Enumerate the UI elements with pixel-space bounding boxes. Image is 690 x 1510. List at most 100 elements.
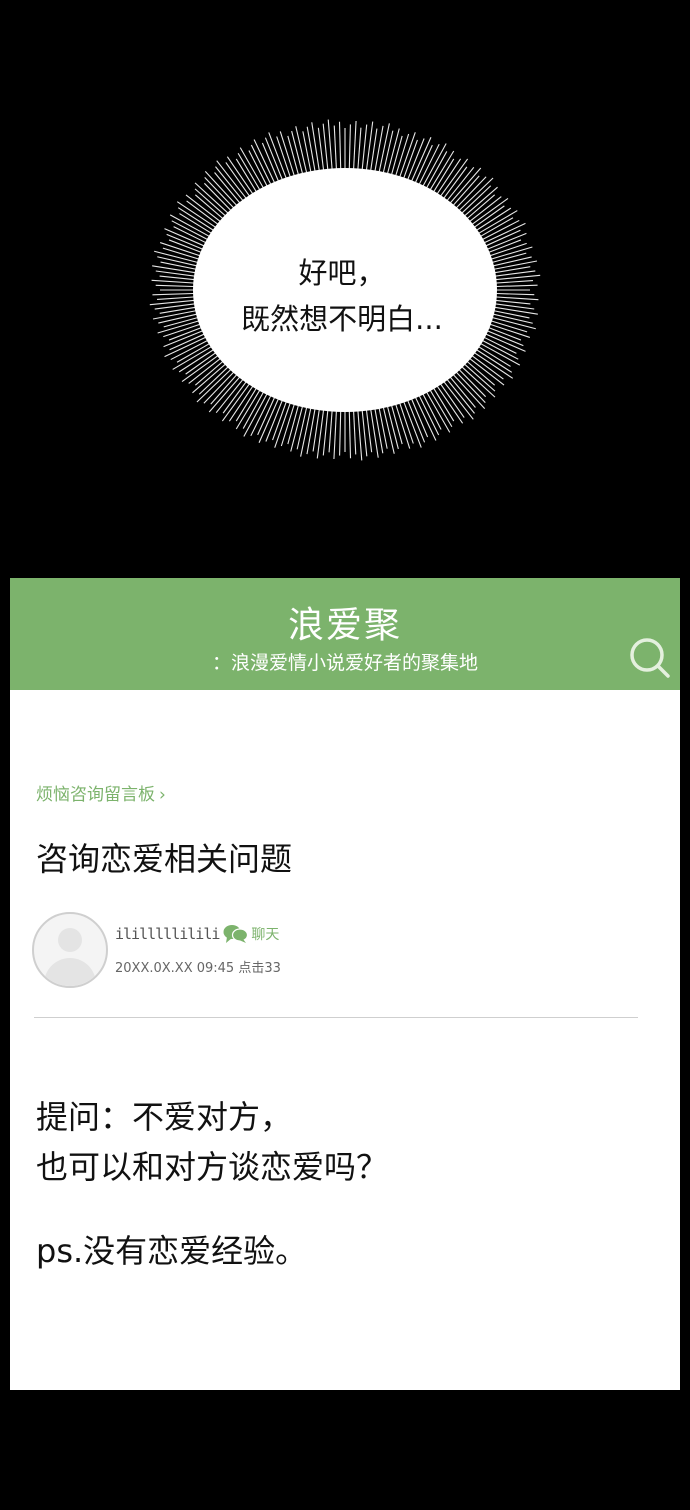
chat-label: 聊天 [251, 927, 280, 943]
burst-ray [166, 233, 206, 251]
burst-ray [361, 407, 368, 457]
burst-ray [186, 200, 221, 227]
burst-ray [210, 371, 240, 405]
burst-ray [466, 196, 502, 224]
avatar-body-shape [44, 958, 96, 986]
burst-ray [461, 361, 496, 392]
burst-ray [377, 404, 388, 449]
burst-ray [327, 119, 333, 173]
burst-ray [352, 120, 357, 173]
burst-ray [453, 369, 486, 403]
burst-ray [438, 381, 465, 418]
burst-ray [177, 207, 217, 233]
burst-ray [317, 127, 325, 174]
burst-ray [357, 127, 362, 173]
burst-ray [333, 125, 338, 173]
burst-ray [447, 374, 476, 408]
site-title: 浪爱聚 [287, 605, 402, 646]
post-question: 提问：不爱对方， 也可以和对方谈恋爱吗？ [36, 1092, 388, 1192]
divider [34, 1017, 638, 1018]
burst-ray [479, 338, 519, 360]
avatar-head-shape [58, 928, 82, 952]
burst-ray [328, 407, 333, 453]
burst-ray [420, 390, 442, 430]
burst-ray [257, 394, 277, 436]
burst-ray [287, 135, 300, 178]
burst-ray [306, 126, 317, 175]
burst-ray [352, 407, 357, 455]
burst-ray [253, 139, 277, 186]
burst-ray [434, 383, 464, 424]
burst-ray [188, 356, 224, 384]
burst-ray [322, 407, 329, 456]
burst-ray [492, 296, 539, 301]
burst-ray [333, 407, 338, 460]
burst-ray [348, 124, 351, 173]
search-button[interactable] [626, 634, 674, 682]
burst-ray [361, 124, 368, 173]
burst-ray [204, 177, 237, 211]
burst-ray [225, 162, 252, 199]
burst-ray [492, 280, 534, 284]
burst-ray [473, 207, 512, 233]
burst-ray [178, 347, 217, 373]
burst-ray [490, 309, 530, 319]
burst-ray [348, 407, 352, 459]
bubble-line-1: 好吧， [298, 256, 386, 290]
burst-ray [296, 404, 308, 450]
burst-ray [214, 172, 243, 206]
burst-ray [300, 404, 313, 457]
burst-ray [413, 394, 437, 441]
burst-ray [469, 353, 504, 380]
burst-ray [264, 137, 285, 183]
chat-bubble-icon [223, 925, 249, 943]
burst-ray [338, 121, 342, 173]
burst-ray [248, 150, 270, 190]
burst-ray [492, 292, 535, 296]
burst-ray [172, 344, 215, 370]
burst-ray [491, 306, 538, 315]
burst-ray [322, 123, 329, 173]
chat-link[interactable]: 聊天 [223, 924, 279, 944]
breadcrumb-label: 烦恼咨询留言板 [36, 785, 155, 805]
burst-ray [171, 220, 211, 242]
forum-post-card: 浪爱聚 ：浪漫爱情小说爱好者的聚集地 烦恼咨询留言板 › 咨询恋爱相关问题 ili… [10, 578, 680, 1390]
post-meta: 20XX.0X.XX 09:45 点击33 [115, 961, 281, 976]
burst-ray [373, 405, 384, 454]
burst-ray [490, 260, 538, 271]
burst-ray [456, 366, 487, 398]
speech-bubble-text: 好吧， 既然想不明白... [190, 250, 494, 342]
burst-ray [459, 185, 492, 216]
burst-ray [475, 210, 518, 236]
burst-ray [479, 219, 520, 242]
site-subtitle: ：浪漫爱情小说爱好者的聚集地 [211, 652, 478, 674]
burst-ray [377, 123, 390, 176]
post-ps: ps.没有恋爱经验。 [36, 1232, 308, 1270]
author-row: ililllllilili 聊天 [115, 924, 279, 944]
burst-ray [170, 338, 211, 361]
burst-ray [473, 347, 513, 373]
question-line-1: 提问：不爱对方， [36, 1098, 293, 1136]
burst-ray [413, 144, 433, 186]
burst-ray [382, 130, 394, 176]
bubble-line-2: 既然想不明白... [241, 302, 443, 336]
burst-ray [194, 358, 226, 386]
question-line-2: 也可以和对方谈恋爱吗？ [36, 1148, 389, 1186]
burst-ray [450, 175, 480, 209]
avatar[interactable] [32, 912, 108, 988]
burst-ray [203, 182, 234, 214]
breadcrumb[interactable]: 烦恼咨询留言板 › [36, 780, 166, 805]
burst-ray [169, 214, 213, 239]
burst-ray [357, 407, 363, 461]
author-username[interactable]: ililllllilili [115, 925, 220, 943]
burst-ray [484, 232, 527, 251]
burst-ray [390, 402, 403, 445]
burst-ray [365, 406, 373, 453]
burst-ray [198, 364, 231, 395]
site-header: 浪爱聚 ：浪漫爱情小说爱好者的聚集地 [10, 578, 680, 690]
burst-ray [477, 341, 521, 366]
burst-ray [492, 284, 538, 288]
post-title: 咨询恋爱相关问题 [36, 840, 293, 878]
search-icon [630, 638, 670, 678]
burst-ray [302, 131, 313, 176]
